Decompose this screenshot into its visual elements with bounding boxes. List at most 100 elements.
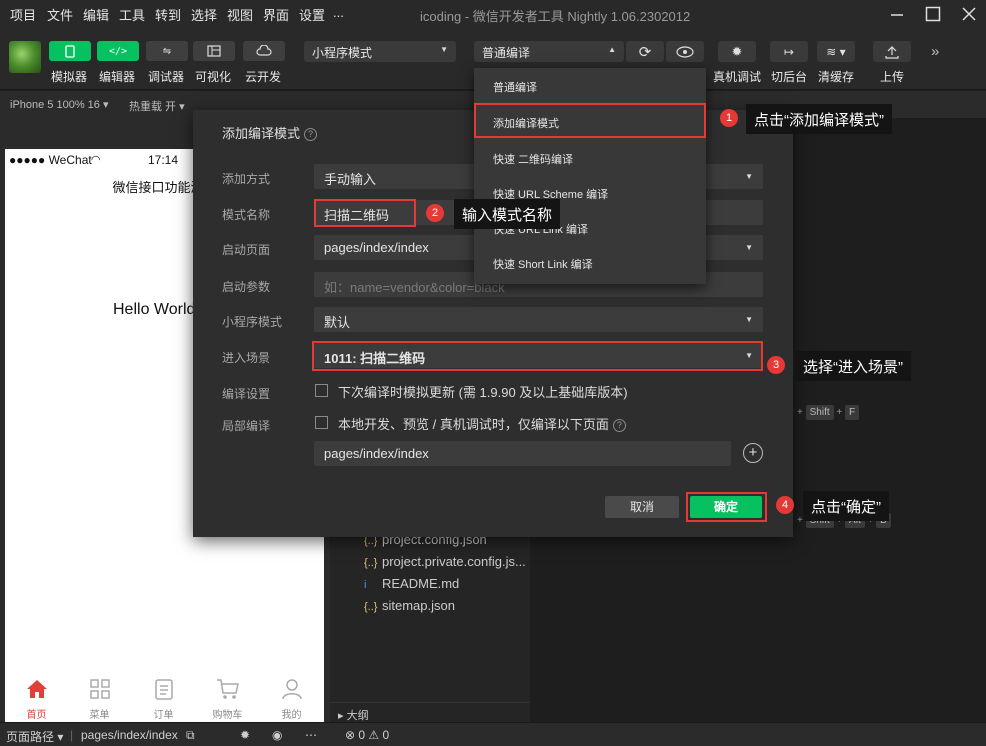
home-icon xyxy=(27,680,47,698)
minimize-icon xyxy=(891,14,903,16)
remote-debug-button[interactable]: ✹ xyxy=(718,41,756,62)
dropdown-item-normal[interactable]: 普通编译 xyxy=(493,79,537,95)
dropdown-item-short-link[interactable]: 快速 Short Link 编译 xyxy=(493,256,593,272)
problems-count[interactable]: ⊗ 0 ⚠ 0 xyxy=(345,728,389,742)
simulate-update-checkbox[interactable] xyxy=(315,384,328,397)
scene-label: 进入场景 xyxy=(222,351,271,365)
menu-interface[interactable]: 界面 xyxy=(263,5,289,24)
debugger-label: 调试器 xyxy=(148,70,185,84)
remote-debug-label: 真机调试 xyxy=(713,70,762,84)
compile-button[interactable]: ⟳ xyxy=(626,41,664,62)
start-page-label: 启动页面 xyxy=(222,243,271,257)
miniprogram-mode-label: 小程序模式 xyxy=(222,315,283,329)
tab-menu[interactable]: 菜单 xyxy=(68,667,131,722)
outline-section[interactable]: ▸ 大纲 xyxy=(330,702,530,722)
tab-home[interactable]: 首页 xyxy=(5,667,68,722)
background-label: 切后台 xyxy=(771,70,808,84)
eye-icon[interactable]: ◉ xyxy=(272,728,282,742)
add-method-value: 手动输入 xyxy=(324,172,377,187)
dropdown-item-qrcode[interactable]: 快速 二维码编译 xyxy=(493,151,573,167)
copy-icon[interactable]: ⧉ xyxy=(186,728,195,743)
bug-icon[interactable]: ✹ xyxy=(240,728,250,742)
tab-cart[interactable]: 购物车 xyxy=(196,667,259,722)
miniprogram-mode-select[interactable]: 默认 ▼ xyxy=(314,307,763,332)
hot-reload-select[interactable]: 热重载 开 ▾ xyxy=(129,98,185,114)
clear-cache-button[interactable]: ≋ ▾ xyxy=(817,41,855,62)
chevron-down-icon: ▼ xyxy=(745,315,753,324)
cancel-button[interactable]: 取消 xyxy=(605,496,679,518)
window-title: icoding - 微信开发者工具 Nightly 1.06.2302012 xyxy=(420,9,691,24)
code-icon: </> xyxy=(108,45,128,57)
cart-icon xyxy=(217,679,239,699)
help-icon[interactable]: ? xyxy=(612,419,626,433)
debugger-toggle-button[interactable]: ⇋ xyxy=(146,41,188,61)
layout-icon xyxy=(207,45,221,57)
upload-icon xyxy=(885,45,899,59)
json-file-icon: {..} xyxy=(364,601,378,613)
partial-page-value: pages/index/index xyxy=(324,446,429,461)
step-badge-3: 3 xyxy=(767,356,785,374)
more-icon[interactable]: ⋯ xyxy=(305,728,317,742)
clipboard-icon xyxy=(155,679,173,700)
chevron-up-icon: ▲ xyxy=(608,45,616,54)
callout-3: 选择“进入场景” xyxy=(795,351,911,381)
visual-toggle-button[interactable] xyxy=(193,41,235,61)
user-icon xyxy=(282,679,302,700)
menu-file[interactable]: 文件 xyxy=(47,5,73,24)
device-select[interactable]: iPhone 5 100% 16 ▾ xyxy=(10,98,109,111)
partial-page-input[interactable]: pages/index/index xyxy=(314,441,731,466)
menu-edit[interactable]: 编辑 xyxy=(83,5,109,24)
callout-2: 输入模式名称 xyxy=(454,199,561,229)
cloud-dev-button[interactable] xyxy=(243,41,285,61)
page-path-select[interactable]: 页面路径 ▾ xyxy=(6,728,63,745)
shortcut-hint: + Shift + F xyxy=(797,405,860,420)
double-chevron-right-icon[interactable]: » xyxy=(931,43,939,60)
maximize-button[interactable] xyxy=(922,4,944,24)
tab-orders[interactable]: 订单 xyxy=(132,667,195,722)
tab-mine[interactable]: 我的 xyxy=(260,667,323,722)
file-item[interactable]: {..} project.private.config.js... xyxy=(364,554,526,574)
tab-menu-label: 菜单 xyxy=(89,710,110,721)
avatar[interactable] xyxy=(9,41,41,73)
compile-setting-label: 编译设置 xyxy=(222,387,271,401)
menu-view[interactable]: 视图 xyxy=(227,5,253,24)
tab-home-label: 首页 xyxy=(26,710,47,721)
editor-toggle-button[interactable]: </> xyxy=(97,41,139,61)
menu-project[interactable]: 项目 xyxy=(10,5,36,24)
upload-button[interactable] xyxy=(873,41,911,62)
menu-tools[interactable]: 工具 xyxy=(119,5,145,24)
chevron-down-icon: ▼ xyxy=(745,172,753,181)
menu-select[interactable]: 选择 xyxy=(191,5,217,24)
simulator-toggle-button[interactable] xyxy=(49,41,91,61)
simulate-update-text: 下次编译时模拟更新 (需 1.9.90 及以上基础库版本) xyxy=(338,385,628,400)
background-button[interactable]: ↦ xyxy=(770,41,808,62)
close-button[interactable] xyxy=(958,4,980,24)
chevron-down-icon: ▼ xyxy=(745,351,753,360)
confirm-button[interactable]: 确定 xyxy=(690,496,762,518)
visual-label: 可视化 xyxy=(195,70,232,84)
compile-select-value: 普通编译 xyxy=(482,46,531,60)
clear-cache-label: 清缓存 xyxy=(818,70,855,84)
simulator-label: 模拟器 xyxy=(51,70,88,84)
minimize-button[interactable] xyxy=(886,4,908,24)
phone-icon xyxy=(65,44,75,58)
status-time: 17:14 xyxy=(148,153,179,167)
cloud-icon xyxy=(256,45,272,56)
mode-select[interactable]: 小程序模式 ▼ xyxy=(304,41,456,62)
compile-select[interactable]: 普通编译 ▲ xyxy=(474,41,624,62)
callout-4: 点击“确定” xyxy=(803,491,889,521)
menu-more[interactable]: ... xyxy=(333,5,344,20)
partial-compile-label: 局部编译 xyxy=(222,419,271,433)
menu-goto[interactable]: 转到 xyxy=(155,5,181,24)
preview-button[interactable] xyxy=(666,41,704,62)
chevron-down-icon: ▼ xyxy=(440,45,448,54)
help-icon[interactable]: ? xyxy=(304,128,318,142)
signal-carrier: ●●●●● WeChat xyxy=(9,153,92,167)
dropdown-item-add-mode[interactable]: 添加编译模式 xyxy=(493,115,559,131)
add-page-icon[interactable]: + xyxy=(743,443,763,463)
partial-compile-checkbox[interactable] xyxy=(315,416,328,429)
file-item[interactable]: i README.md xyxy=(364,576,459,596)
menu-settings[interactable]: 设置 xyxy=(299,5,325,24)
file-item[interactable]: {..} sitemap.json xyxy=(364,598,455,618)
scene-select[interactable]: 1011: 扫描二维码 ▼ xyxy=(314,343,763,368)
